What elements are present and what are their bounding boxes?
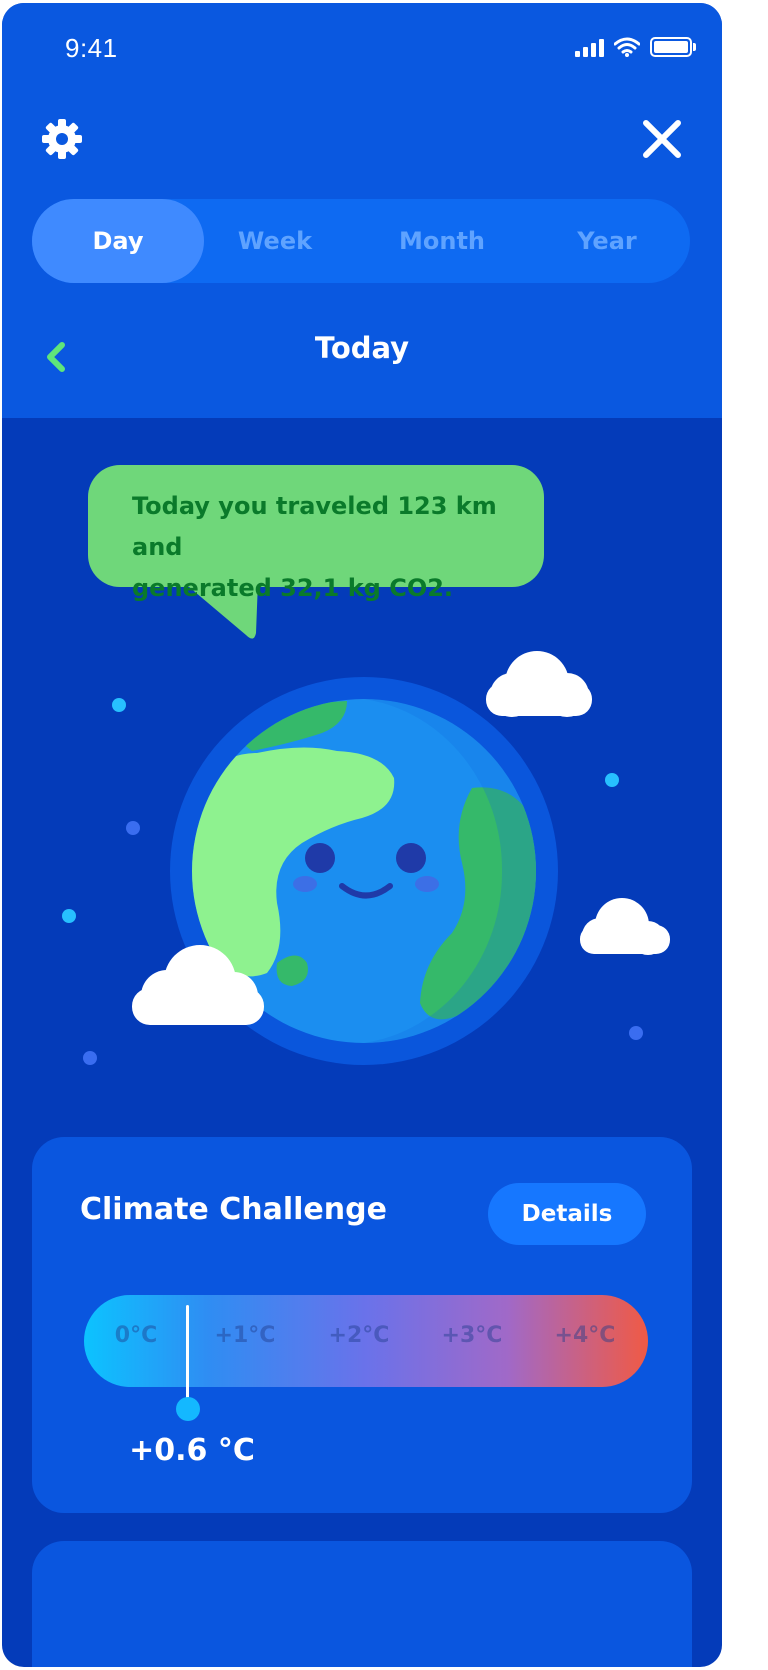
- close-icon[interactable]: [640, 117, 684, 161]
- details-button[interactable]: Details: [488, 1183, 646, 1245]
- temperature-marker-dot: [176, 1397, 200, 1421]
- current-temperature: +0.6 °C: [129, 1433, 255, 1468]
- star: [62, 909, 76, 923]
- scale-tick: +2°C: [328, 1323, 390, 1348]
- gear-icon[interactable]: [38, 115, 86, 163]
- star: [605, 773, 619, 787]
- star: [112, 698, 126, 712]
- wifi-icon: [614, 37, 640, 57]
- temperature-marker-line: [186, 1305, 189, 1400]
- status-time: 9:41: [65, 33, 118, 63]
- tab-month[interactable]: Month: [362, 199, 522, 283]
- earth-eye-left: [305, 843, 335, 873]
- card-title: Climate Challenge: [80, 1192, 387, 1227]
- scale-tick: +1°C: [214, 1323, 276, 1348]
- tab-year[interactable]: Year: [532, 199, 682, 283]
- status-icons: [575, 37, 696, 57]
- earth-illustration: [62, 651, 670, 1065]
- cellular-signal-icon: [575, 39, 604, 57]
- earth-eye-right: [396, 843, 426, 873]
- star: [83, 1051, 97, 1065]
- speech-bubble-message: Today you traveled 123 km and generated …: [132, 486, 532, 609]
- message-line-1: Today you traveled 123 km and: [132, 492, 497, 561]
- battery-icon: [650, 37, 696, 57]
- app-screen: 9:41 Day Week Month Year Today Today you…: [2, 3, 722, 1667]
- page-title: Today: [314, 331, 410, 365]
- period-segmented-control: Day Week Month Year: [32, 199, 690, 283]
- star: [126, 821, 140, 835]
- cloud: [486, 651, 592, 717]
- scale-tick: +4°C: [554, 1323, 616, 1348]
- scale-tick: 0°C: [114, 1323, 158, 1348]
- next-card: [32, 1541, 692, 1667]
- tab-day[interactable]: Day: [32, 199, 204, 283]
- star: [629, 1026, 643, 1040]
- tab-week[interactable]: Week: [200, 199, 350, 283]
- cloud: [580, 898, 670, 955]
- scale-tick: +3°C: [441, 1323, 503, 1348]
